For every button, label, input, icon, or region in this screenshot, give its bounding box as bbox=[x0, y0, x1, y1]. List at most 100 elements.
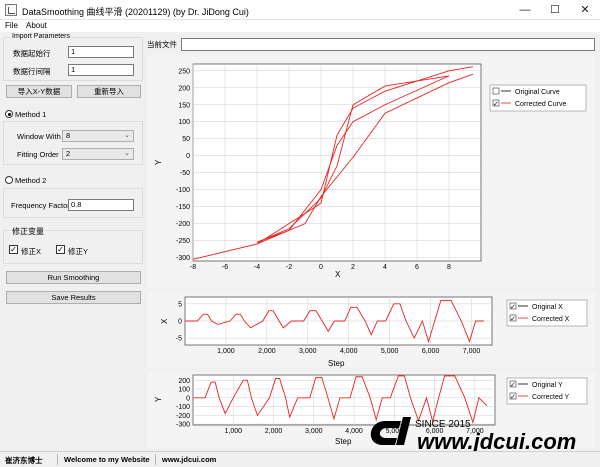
frequency-factor-input[interactable]: 0.8 bbox=[68, 199, 134, 211]
status-author: 崔济东博士 bbox=[5, 456, 43, 465]
legend-original-x-label: Original X bbox=[532, 304, 563, 311]
current-file-label: 当前文件 bbox=[147, 40, 177, 49]
x-tick-label: 5,000 bbox=[381, 348, 399, 355]
method1-group: Window With 8 ⌄ Fitting Order 2 ⌄ bbox=[3, 121, 143, 165]
x-tick-label: 3,000 bbox=[305, 428, 323, 435]
start-row-input[interactable]: 1 bbox=[68, 46, 134, 58]
close-icon[interactable]: ✕ bbox=[570, 0, 600, 20]
correct-y-label: 修正Y bbox=[68, 247, 89, 256]
import-group-title: Import Parameters bbox=[10, 33, 72, 40]
legend-original-curve-label: Original Curve bbox=[515, 89, 560, 96]
app-icon bbox=[5, 4, 17, 16]
import-xy-button[interactable]: 导入X-Y数据 bbox=[6, 85, 72, 98]
status-bar: 崔济东博士 Welcome to my Website www.jdcui.co… bbox=[0, 451, 600, 467]
y-tick-label: -100 bbox=[176, 187, 190, 194]
x-tick-label: 2,000 bbox=[265, 428, 283, 435]
method2-label: Method 2 bbox=[15, 176, 47, 185]
method2-radio[interactable] bbox=[5, 176, 13, 184]
start-row-label: 数据起始行 bbox=[13, 49, 51, 58]
x-tick-label: 1,000 bbox=[225, 428, 243, 435]
hysteresis-legend: Original Curve ✓ Corrected Curve bbox=[489, 84, 587, 112]
correct-variables-group: 修正变量 ✓ 修正X ✓ 修正Y bbox=[3, 226, 143, 264]
y-tick-label: 50 bbox=[182, 136, 190, 143]
y-step-y-label: Y bbox=[154, 396, 163, 402]
left-panel: Import Parameters 数据起始行 1 数据行间隔 1 导入X-Y数… bbox=[0, 33, 146, 450]
y-tick-label: -300 bbox=[176, 255, 190, 262]
y-tick-label: 0 bbox=[186, 395, 190, 402]
minimize-icon[interactable]: — bbox=[510, 0, 540, 20]
maximize-icon[interactable]: ☐ bbox=[540, 0, 570, 20]
x-step-y-label: X bbox=[160, 318, 169, 324]
x-tick-label: 6,000 bbox=[422, 348, 440, 355]
correct-y-checkbox[interactable]: ✓ bbox=[56, 245, 65, 254]
run-smoothing-button[interactable]: Run Smoothing bbox=[6, 271, 141, 284]
jdcui-watermark: SINCE 2015 www.jdcui.com bbox=[370, 417, 576, 453]
x-tick-label: 4 bbox=[383, 264, 387, 271]
method2-group: Frequency Factor 0.8 bbox=[3, 188, 143, 218]
legend-original-curve-checkbox[interactable] bbox=[492, 87, 500, 95]
watermark-site: www.jdcui.com bbox=[417, 429, 576, 453]
current-file-input[interactable] bbox=[181, 38, 595, 51]
x-step-legend: ✓ Original X ✓ Corrected X bbox=[506, 299, 588, 327]
y-tick-label: -300 bbox=[176, 422, 190, 429]
hysteresis-y-label: Y bbox=[154, 159, 163, 165]
legend-corrected-curve-label: Corrected Curve bbox=[515, 101, 566, 108]
status-divider bbox=[155, 454, 156, 465]
hysteresis-chart: -8 -6 -4 -2 0 2 4 6 8 250 200 150 100 50 0 -50 -100 -150 -… bbox=[154, 63, 587, 279]
x-tick-label: 4,000 bbox=[340, 348, 358, 355]
legend-corrected-y-label: Corrected Y bbox=[532, 394, 570, 401]
y-tick-label: 0 bbox=[178, 319, 182, 326]
reimport-button[interactable]: 重新导入 bbox=[77, 85, 141, 98]
x-tick-label: 2 bbox=[351, 264, 355, 271]
x-tick-label: 8 bbox=[447, 264, 451, 271]
frequency-factor-label: Frequency Factor bbox=[11, 201, 70, 210]
y-tick-label: 100 bbox=[178, 387, 190, 394]
y-tick-label: 250 bbox=[178, 68, 190, 75]
y-tick-label: -250 bbox=[176, 238, 190, 245]
y-tick-label: -100 bbox=[176, 404, 190, 411]
window-width-value: 8 bbox=[66, 131, 71, 140]
svg-text:✓: ✓ bbox=[510, 304, 516, 311]
row-interval-label: 数据行间隔 bbox=[13, 67, 51, 76]
y-tick-label: -50 bbox=[180, 170, 190, 177]
y-tick-label: 150 bbox=[178, 102, 190, 109]
title-bar: DataSmoothing 曲线平滑 (20201129) (by Dr. Ji… bbox=[0, 0, 600, 20]
window-width-select[interactable]: 8 ⌄ bbox=[62, 130, 134, 142]
menu-about[interactable]: About bbox=[26, 21, 47, 30]
correct-x-checkbox[interactable]: ✓ bbox=[9, 245, 18, 254]
x-tick-label: 1,000 bbox=[217, 348, 235, 355]
hysteresis-x-label: X bbox=[335, 270, 341, 279]
status-url[interactable]: www.jdcui.com bbox=[162, 455, 216, 464]
y-tick-label: -150 bbox=[176, 204, 190, 211]
method1-label: Method 1 bbox=[15, 110, 47, 119]
jdcui-logo bbox=[370, 417, 411, 445]
svg-text:✓: ✓ bbox=[510, 316, 516, 323]
x-tick-label: -4 bbox=[254, 264, 260, 271]
menu-file[interactable]: File bbox=[5, 21, 18, 30]
x-tick-label: 7,000 bbox=[463, 348, 481, 355]
legend-original-y-label: Original Y bbox=[532, 382, 563, 389]
row-interval-input[interactable]: 1 bbox=[68, 64, 134, 76]
correct-x-label: 修正X bbox=[21, 247, 42, 256]
x-tick-label: 0 bbox=[319, 264, 323, 271]
y-tick-label: 5 bbox=[178, 301, 182, 308]
save-results-button[interactable]: Save Results bbox=[6, 291, 141, 304]
y-tick-label: 200 bbox=[178, 378, 190, 385]
fitting-order-value: 2 bbox=[66, 149, 71, 158]
import-parameters-group: Import Parameters 数据起始行 1 数据行间隔 1 bbox=[3, 33, 143, 81]
x-tick-label: -8 bbox=[190, 264, 196, 271]
y-tick-label: -200 bbox=[176, 221, 190, 228]
correct-variables-title: 修正变量 bbox=[10, 226, 46, 237]
y-tick-label: -200 bbox=[176, 413, 190, 420]
y-step-legend: ✓ Original Y ✓ Corrected Y bbox=[506, 377, 588, 405]
method1-radio[interactable] bbox=[5, 110, 13, 118]
legend-corrected-x-label: Corrected X bbox=[532, 316, 570, 323]
chevron-down-icon: ⌄ bbox=[124, 150, 130, 157]
menu-bar: File About bbox=[0, 20, 600, 32]
x-tick-label: 2,000 bbox=[258, 348, 276, 355]
x-tick-label: 6 bbox=[415, 264, 419, 271]
chevron-down-icon: ⌄ bbox=[124, 132, 130, 139]
y-tick-label: 200 bbox=[178, 85, 190, 92]
fitting-order-select[interactable]: 2 ⌄ bbox=[62, 148, 134, 160]
y-step-x-label: Step bbox=[335, 437, 352, 446]
